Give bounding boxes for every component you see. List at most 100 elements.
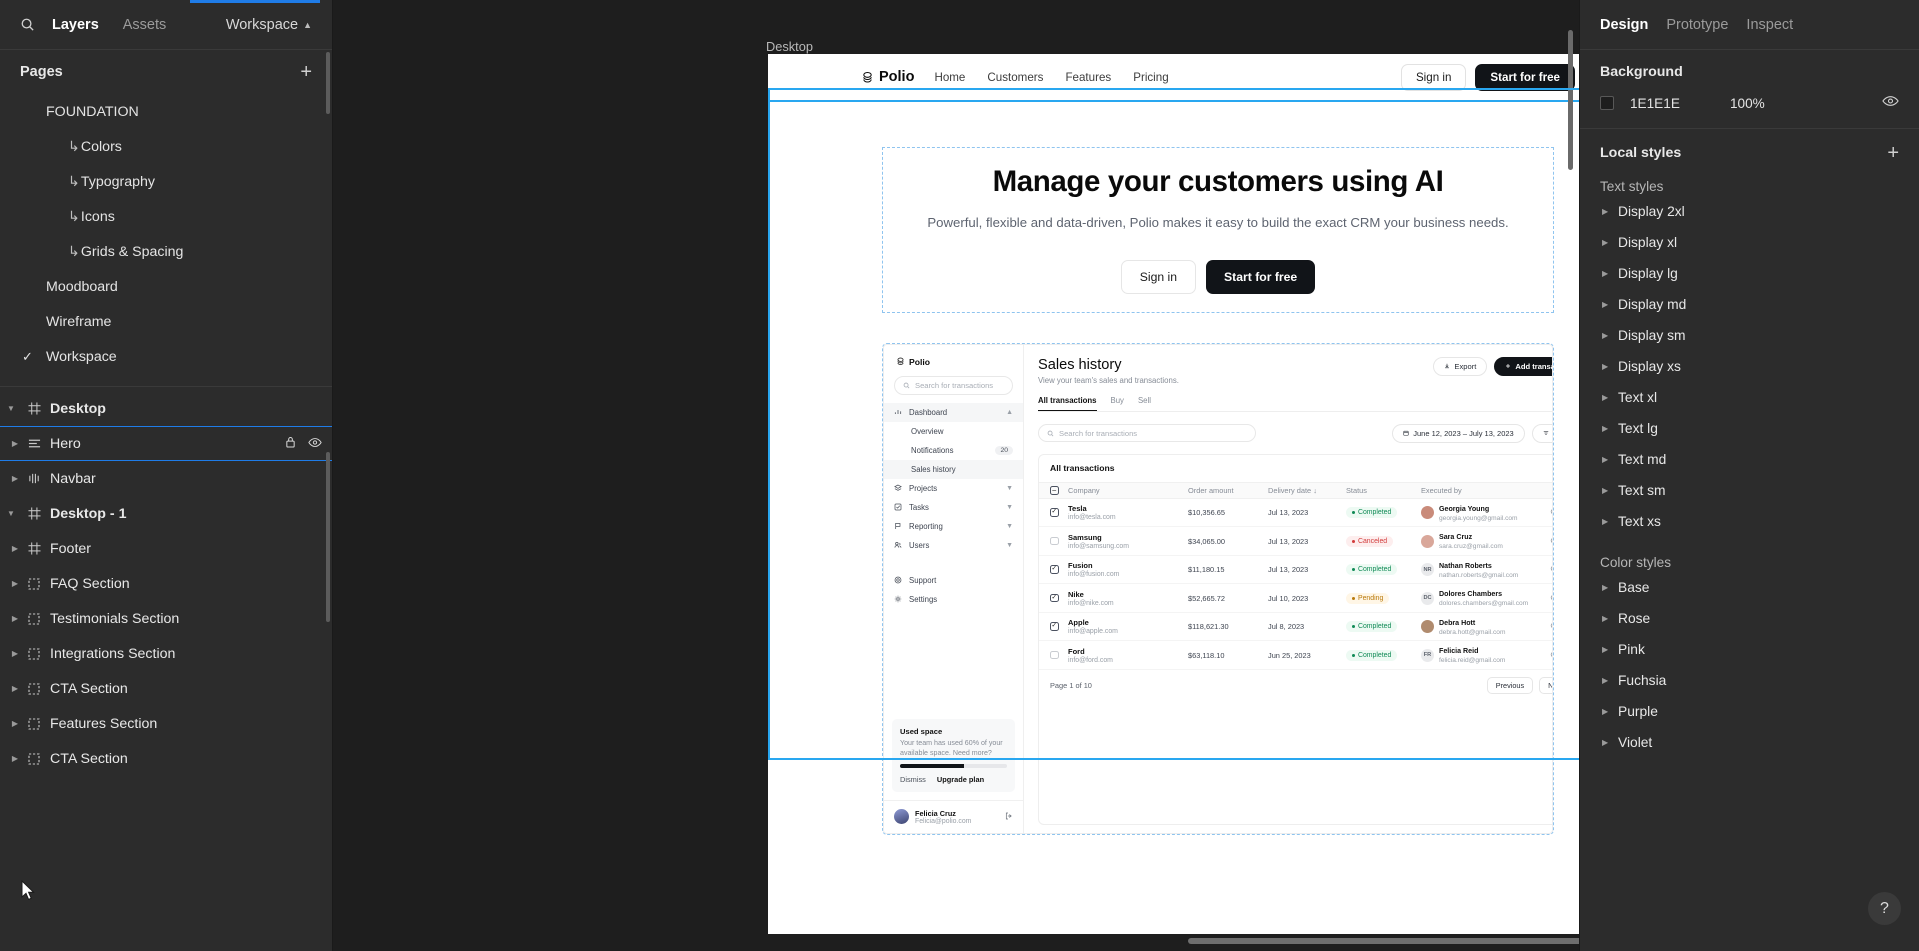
text-style-display-2xl[interactable]: ▶ Display 2xl — [1580, 196, 1919, 227]
tab-inspect[interactable]: Inspect — [1746, 17, 1793, 33]
page-item-moodboard[interactable]: Moodboard — [0, 269, 332, 304]
app-search-input[interactable]: Search for transactions — [894, 375, 1013, 395]
refresh-icon[interactable] — [1550, 651, 1552, 660]
tab-prototype[interactable]: Prototype — [1666, 17, 1728, 33]
layer-row-navbar[interactable]: ▶ Navbar — [0, 461, 332, 496]
app-nav-settings[interactable]: Settings — [884, 590, 1023, 609]
tab-design[interactable]: Design — [1600, 17, 1648, 33]
color-style-base[interactable]: ▶ Base — [1580, 572, 1919, 603]
site-logo[interactable]: Polio — [861, 69, 914, 85]
layer-row-footer[interactable]: ▶ Footer — [0, 531, 332, 566]
text-style-display-md[interactable]: ▶ Display md — [1580, 289, 1919, 320]
refresh-icon[interactable] — [1550, 622, 1552, 631]
dashboard-preview[interactable]: Polio Search for transactions Dashboard … — [882, 342, 1554, 835]
column-order-amount[interactable]: Order amount — [1188, 486, 1268, 495]
eye-icon[interactable] — [1882, 94, 1899, 112]
expand-chevron-icon[interactable]: ▶ — [0, 544, 22, 553]
add-style-button[interactable]: + — [1887, 143, 1899, 163]
chevron-right-icon[interactable]: ▶ — [1602, 738, 1608, 747]
page-item-icons[interactable]: ↳Icons — [0, 199, 332, 234]
column-company[interactable]: Company — [1068, 486, 1188, 495]
nav-link-pricing[interactable]: Pricing — [1133, 71, 1168, 84]
select-all-checkbox[interactable] — [1050, 486, 1068, 495]
page-item-grids-spacing[interactable]: ↳Grids & Spacing — [0, 234, 332, 269]
app-nav-support[interactable]: Support — [884, 571, 1023, 590]
chevron-right-icon[interactable]: ▶ — [1602, 424, 1608, 433]
chevron-right-icon[interactable]: ▶ — [1602, 517, 1608, 526]
start-for-free-button[interactable]: Start for free — [1475, 63, 1575, 91]
app-nav-projects[interactable]: Projects ▼ — [884, 479, 1023, 498]
layer-row-cta-section-1[interactable]: ▶ CTA Section — [0, 671, 332, 706]
text-style-display-sm[interactable]: ▶ Display sm — [1580, 320, 1919, 351]
chevron-right-icon[interactable]: ▶ — [1602, 707, 1608, 716]
layer-row-faq-section[interactable]: ▶ FAQ Section — [0, 566, 332, 601]
color-swatch[interactable] — [1600, 96, 1614, 110]
expand-chevron-icon[interactable]: ▶ — [0, 439, 22, 448]
hero-section[interactable]: Manage your customers using AI Powerful,… — [768, 102, 1579, 858]
transactions-search-input[interactable]: Search for transactions — [1038, 424, 1256, 443]
chevron-right-icon[interactable]: ▶ — [1602, 393, 1608, 402]
text-style-display-xl[interactable]: ▶ Display xl — [1580, 227, 1919, 258]
tab-sell[interactable]: Sell — [1138, 396, 1151, 411]
column-executed-by[interactable]: Executed by — [1421, 486, 1528, 495]
table-row[interactable]: Tesla info@tesla.com $10,356.65 Jul 13, … — [1039, 499, 1552, 528]
background-hex-value[interactable]: 1E1E1E — [1630, 96, 1714, 111]
desktop-frame[interactable]: Polio Home Customers Features Pricing Si… — [768, 54, 1579, 934]
text-style-text-md[interactable]: ▶ Text md — [1580, 444, 1919, 475]
nav-link-home[interactable]: Home — [934, 71, 965, 84]
chevron-right-icon[interactable]: ▶ — [1602, 645, 1608, 654]
previous-page-button[interactable]: Previous — [1486, 676, 1534, 694]
tab-layers[interactable]: Layers — [40, 12, 111, 38]
app-nav-dashboard[interactable]: Dashboard ▲ — [884, 402, 1023, 422]
chevron-right-icon[interactable]: ▶ — [1602, 614, 1608, 623]
expand-chevron-icon[interactable]: ▶ — [0, 754, 22, 763]
chevron-right-icon[interactable]: ▶ — [1602, 486, 1608, 495]
layer-row-desktop-1[interactable]: ▼ Desktop - 1 — [0, 496, 332, 531]
column-delivery-date[interactable]: Delivery date ↓ — [1268, 486, 1346, 495]
row-checkbox[interactable] — [1050, 593, 1068, 603]
color-style-pink[interactable]: ▶ Pink — [1580, 634, 1919, 665]
expand-chevron-icon[interactable]: ▶ — [0, 579, 22, 588]
app-user-profile[interactable]: Felicia Cruz Felicia@polio.com — [884, 799, 1023, 833]
app-logo[interactable]: Polio — [884, 355, 1023, 376]
nav-link-customers[interactable]: Customers — [987, 71, 1043, 84]
frame-label[interactable]: Desktop — [766, 39, 813, 54]
color-style-fuchsia[interactable]: ▶ Fuchsia — [1580, 665, 1919, 696]
table-row[interactable]: Fusion info@fusion.com $11,180.15 Jul 13… — [1039, 556, 1552, 585]
chevron-right-icon[interactable]: ▶ — [1602, 331, 1608, 340]
layer-row-hero[interactable]: ▶ Hero — [0, 426, 332, 461]
chevron-right-icon[interactable]: ▶ — [1602, 676, 1608, 685]
dismiss-button[interactable]: Dismiss — [900, 775, 926, 784]
layer-row-integrations-section[interactable]: ▶ Integrations Section — [0, 636, 332, 671]
page-item-typography[interactable]: ↳Typography — [0, 164, 332, 199]
expand-chevron-icon[interactable]: ▶ — [0, 719, 22, 728]
layer-row-features-section[interactable]: ▶ Features Section — [0, 706, 332, 741]
table-row[interactable]: Samsung info@samsung.com $34,065.00 Jul … — [1039, 527, 1552, 556]
chevron-right-icon[interactable]: ▶ — [1602, 207, 1608, 216]
app-nav-notifications[interactable]: Notifications 20 — [884, 441, 1023, 460]
pages-scrollbar[interactable] — [326, 52, 330, 114]
app-nav-users[interactable]: Users ▼ — [884, 536, 1023, 555]
page-item-foundation[interactable]: FOUNDATION — [0, 94, 332, 129]
app-nav-tasks[interactable]: Tasks ▼ — [884, 498, 1023, 517]
hero-sign-in-button[interactable]: Sign in — [1120, 259, 1197, 294]
upgrade-plan-button[interactable]: Upgrade plan — [937, 775, 984, 784]
chevron-right-icon[interactable]: ▶ — [1602, 362, 1608, 371]
help-button[interactable]: ? — [1868, 892, 1901, 925]
color-style-violet[interactable]: ▶ Violet — [1580, 727, 1919, 758]
text-style-text-xl[interactable]: ▶ Text xl — [1580, 382, 1919, 413]
expand-chevron-icon[interactable]: ▼ — [0, 404, 22, 413]
expand-chevron-icon[interactable]: ▶ — [0, 684, 22, 693]
text-style-display-lg[interactable]: ▶ Display lg — [1580, 258, 1919, 289]
hero-start-for-free-button[interactable]: Start for free — [1206, 259, 1316, 294]
workspace-selector[interactable]: Workspace ▲ — [226, 17, 318, 33]
table-row[interactable]: Nike info@nike.com $52,665.72 Jul 10, 20… — [1039, 584, 1552, 613]
export-button[interactable]: Export — [1433, 356, 1488, 376]
app-nav-overview[interactable]: Overview — [884, 422, 1023, 441]
canvas[interactable]: Desktop Polio Home Customers Features Pr… — [333, 0, 1579, 951]
chevron-right-icon[interactable]: ▶ — [1602, 269, 1608, 278]
layers-scrollbar[interactable] — [326, 452, 330, 622]
column-status[interactable]: Status — [1346, 486, 1421, 495]
expand-chevron-icon[interactable]: ▼ — [0, 509, 22, 518]
tab-buy[interactable]: Buy — [1111, 396, 1124, 411]
